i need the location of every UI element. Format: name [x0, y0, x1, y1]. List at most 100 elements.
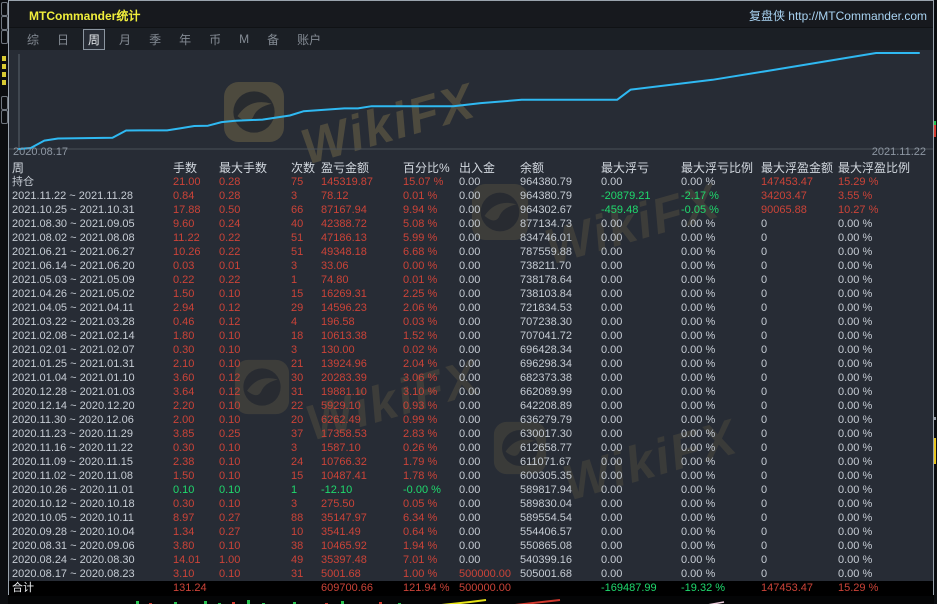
table-row[interactable]: 2021.08.02 ~ 2021.08.0811.220.225147186.…: [9, 231, 933, 245]
vendor-link[interactable]: 复盘侠 http://MTCommander.com: [749, 7, 927, 24]
cell: 0.00: [601, 469, 679, 483]
cell: 0.00 %: [681, 539, 759, 553]
cell: 47186.13: [321, 231, 401, 245]
title-bar[interactable]: MTCommander统计 复盘侠 http://MTCommander.com: [9, 1, 933, 28]
cell: 3.64: [173, 385, 218, 399]
cell: 0.00 %: [838, 497, 930, 511]
cell: 5001.68: [321, 567, 401, 581]
table-row[interactable]: 2021.06.21 ~ 2021.06.2710.260.225149348.…: [9, 245, 933, 259]
cell: 15.07 %: [403, 175, 458, 189]
cell: 0.00: [459, 329, 519, 343]
table-row[interactable]: 2020.10.12 ~ 2020.10.180.300.103275.500.…: [9, 497, 933, 511]
cell: -19.32 %: [681, 581, 759, 595]
table-row[interactable]: 2020.08.17 ~ 2020.08.233.100.10315001.68…: [9, 567, 933, 581]
menu-item-季[interactable]: 季: [145, 30, 165, 49]
cell: 877134.73: [520, 217, 600, 231]
cell: 0.05 %: [403, 497, 458, 511]
cell: 3.55 %: [838, 189, 930, 203]
cell: 6.68 %: [403, 245, 458, 259]
cell: 9.60: [173, 217, 218, 231]
table-row[interactable]: 2021.05.03 ~ 2021.05.090.220.22174.800.0…: [9, 273, 933, 287]
table-total-row[interactable]: 合计131.24609700.66121.94 %500000.00-16948…: [9, 581, 933, 596]
row-label: 2020.11.23 ~ 2020.11.29: [12, 427, 172, 441]
table-row[interactable]: 2021.08.30 ~ 2021.09.059.600.244042388.7…: [9, 217, 933, 231]
table-row[interactable]: 2020.10.26 ~ 2020.11.010.100.101-12.10-0…: [9, 483, 933, 497]
menu-item-备[interactable]: 备: [263, 30, 283, 49]
cell: 0: [761, 497, 836, 511]
cell: 0: [761, 357, 836, 371]
table-row[interactable]: 2021.06.14 ~ 2021.06.200.030.01333.060.0…: [9, 259, 933, 273]
table-row[interactable]: 2020.11.09 ~ 2020.11.152.380.102410766.3…: [9, 455, 933, 469]
table-row[interactable]: 2020.09.28 ~ 2020.10.041.340.27103541.49…: [9, 525, 933, 539]
cell: 0.00: [601, 385, 679, 399]
cell: 51: [291, 231, 319, 245]
table-row[interactable]: 2021.03.22 ~ 2021.03.280.460.124196.580.…: [9, 315, 933, 329]
menu-item-币[interactable]: 币: [205, 30, 225, 49]
table-row[interactable]: 2021.01.25 ~ 2021.01.312.100.102113924.9…: [9, 357, 933, 371]
row-label: 2021.01.04 ~ 2021.01.10: [12, 371, 172, 385]
menu-item-年[interactable]: 年: [175, 30, 195, 49]
cell: 121.94 %: [403, 581, 458, 595]
row-label: 2021.08.02 ~ 2021.08.08: [12, 231, 172, 245]
cell: 0.00 %: [838, 567, 930, 581]
cell: 22: [291, 399, 319, 413]
cell: 0.00: [601, 301, 679, 315]
table-row[interactable]: 2021.02.01 ~ 2021.02.070.300.103130.000.…: [9, 343, 933, 357]
menu-item-综[interactable]: 综: [23, 30, 43, 49]
cell: 1587.10: [321, 441, 401, 455]
cell: 40: [291, 217, 319, 231]
table-row[interactable]: 2021.10.25 ~ 2021.10.3117.880.506687167.…: [9, 203, 933, 217]
table-row[interactable]: 2021.04.05 ~ 2021.04.112.940.122914596.2…: [9, 301, 933, 315]
cell: 696428.34: [520, 343, 600, 357]
cell: 589817.94: [520, 483, 600, 497]
table-row[interactable]: 2020.11.16 ~ 2020.11.220.300.1031587.100…: [9, 441, 933, 455]
cell: 20: [291, 413, 319, 427]
menu-item-周[interactable]: 周: [83, 29, 105, 50]
row-label: 2021.04.05 ~ 2021.04.11: [12, 301, 172, 315]
table-row[interactable]: 2020.08.31 ~ 2020.09.063.800.103810465.9…: [9, 539, 933, 553]
table-row[interactable]: 2020.12.28 ~ 2021.01.033.640.123119881.1…: [9, 385, 933, 399]
cell: 0: [761, 483, 836, 497]
cell: 0.25: [219, 427, 289, 441]
menu-item-日[interactable]: 日: [53, 30, 73, 49]
cell: 0.28: [219, 189, 289, 203]
cell: 0.00: [459, 343, 519, 357]
table-row[interactable]: 2020.11.30 ~ 2020.12.062.000.10206262.49…: [9, 413, 933, 427]
table-row[interactable]: 2021.04.26 ~ 2021.05.021.500.101516269.3…: [9, 287, 933, 301]
cell: 0: [761, 259, 836, 273]
menu-item-账户[interactable]: 账户: [293, 30, 325, 49]
cell: -20879.21: [601, 189, 679, 203]
cell: 手数: [173, 161, 218, 175]
cell: 0.02 %: [403, 343, 458, 357]
cell: 9.94 %: [403, 203, 458, 217]
table-row[interactable]: 2021.01.04 ~ 2021.01.103.600.123020283.3…: [9, 371, 933, 385]
cell: 16269.31: [321, 287, 401, 301]
cell: 49348.18: [321, 245, 401, 259]
stats-table: 周手数最大手数次数盈亏金额百分比%出入金余额最大浮亏最大浮亏比例最大浮盈金额最大…: [9, 161, 933, 594]
cell: 964380.79: [520, 175, 600, 189]
table-row[interactable]: 2021.11.22 ~ 2021.11.280.840.28378.120.0…: [9, 189, 933, 203]
cell: 3: [291, 189, 319, 203]
table-row[interactable]: 2020.10.05 ~ 2020.10.118.970.278835147.9…: [9, 511, 933, 525]
table-row[interactable]: 持仓21.000.2875145319.8715.07 %0.00964380.…: [9, 175, 933, 189]
table-row[interactable]: 2020.08.24 ~ 2020.08.3014.011.004935397.…: [9, 553, 933, 567]
cell: 38: [291, 539, 319, 553]
table-row[interactable]: 2020.12.14 ~ 2020.12.202.200.10225929.10…: [9, 399, 933, 413]
menu-item-M[interactable]: M: [235, 31, 253, 47]
cell: 1.50: [173, 287, 218, 301]
cell: 0.00 %: [838, 245, 930, 259]
table-row[interactable]: 2021.02.08 ~ 2021.02.141.800.101810613.3…: [9, 329, 933, 343]
cell: 0.00: [601, 357, 679, 371]
cell: 0.00: [459, 469, 519, 483]
menu-item-月[interactable]: 月: [115, 30, 135, 49]
table-row[interactable]: 2020.11.23 ~ 2020.11.293.850.253717358.5…: [9, 427, 933, 441]
cell: 0.22: [219, 231, 289, 245]
cell: 10613.38: [321, 329, 401, 343]
cell: 0.00: [459, 371, 519, 385]
row-label: 2020.12.14 ~ 2020.12.20: [12, 399, 172, 413]
table-row[interactable]: 2020.11.02 ~ 2020.11.081.500.101510487.4…: [9, 469, 933, 483]
cell: 15: [291, 287, 319, 301]
cell: 0.22: [219, 245, 289, 259]
cell: 0.00 %: [838, 217, 930, 231]
cell: 19881.10: [321, 385, 401, 399]
